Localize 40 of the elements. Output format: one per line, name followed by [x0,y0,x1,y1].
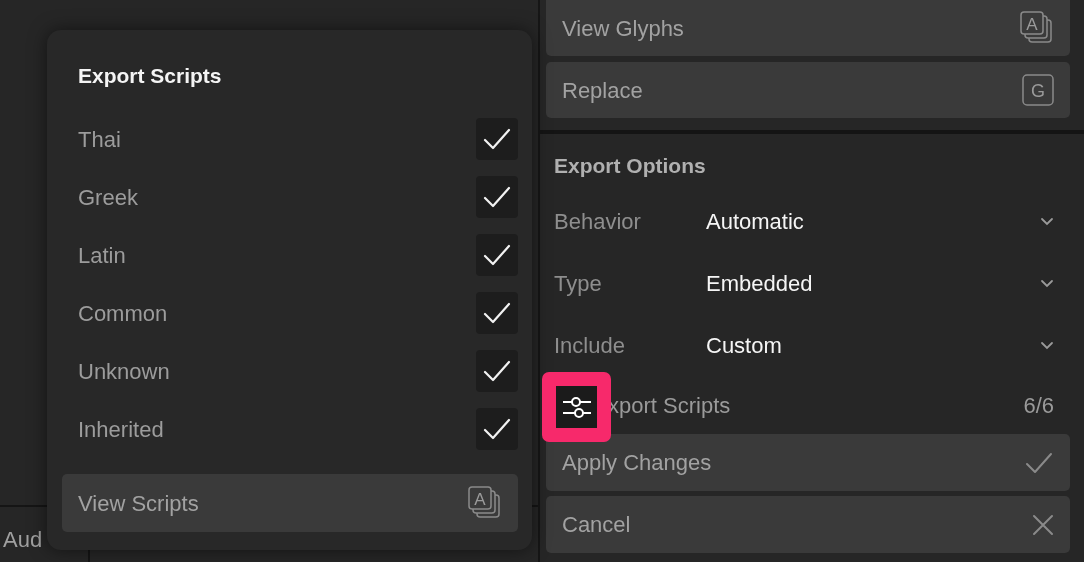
script-label: Thai [78,125,121,154]
check-icon [482,417,512,441]
field-label: Type [554,269,603,298]
checkbox[interactable] [476,408,518,450]
dropdown[interactable]: Embedded [706,266,1054,300]
cancel-button[interactable]: Cancel [546,496,1070,553]
check-icon [482,243,512,267]
checkbox[interactable] [476,350,518,392]
field-label: Include [554,331,626,360]
chevron-down-icon [1040,340,1054,350]
script-label: Inherited [78,415,164,444]
dropdown[interactable]: Custom [706,328,1054,362]
field-label: Behavior [554,207,642,236]
checkbox[interactable] [476,234,518,276]
section-title: Export Options [553,153,707,179]
popup-title: Export Scripts [77,63,223,88]
check-icon [482,301,512,325]
check-icon [482,127,512,151]
view-scripts-button[interactable]: View Scripts A [62,474,518,532]
chevron-down-icon [1040,278,1054,288]
script-label: Greek [78,183,138,212]
script-label: Common [78,299,168,328]
dropdown[interactable]: Automatic [706,204,1054,238]
script-count: 6/6 [1023,391,1054,420]
panel-button[interactable]: View Glyphs A [546,0,1070,56]
check-icon [482,359,512,383]
script-label: Latin [78,241,126,270]
chevron-down-icon [1040,216,1054,226]
check-icon [482,185,512,209]
row-label: xport Scripts [608,391,731,420]
checkbox[interactable] [476,118,518,160]
script-label: Unknown [78,357,170,386]
close-icon [1032,513,1054,536]
apply-button[interactable]: Apply Changes [546,434,1070,491]
key-icon: G [1022,74,1054,106]
checkbox[interactable] [476,176,518,218]
panel-button[interactable]: Replace G [546,62,1070,118]
check-icon [1024,450,1054,475]
sliders-button[interactable] [556,386,597,428]
checkbox[interactable] [476,292,518,334]
